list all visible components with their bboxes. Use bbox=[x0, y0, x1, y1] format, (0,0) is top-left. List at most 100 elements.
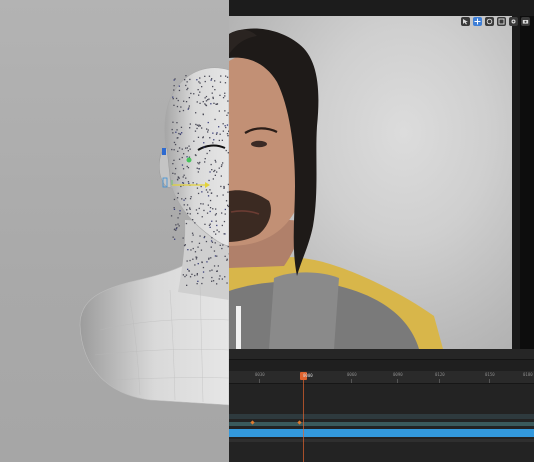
landmark-dot bbox=[220, 185, 222, 188]
timeline-ruler[interactable]: 0030 0060 0090 0120 0150 0180 bbox=[229, 371, 534, 384]
landmark-dot bbox=[177, 137, 179, 139]
landmark-dot bbox=[209, 207, 212, 209]
landmark-dot bbox=[208, 179, 210, 182]
landmark-dot bbox=[187, 87, 189, 89]
landmark-dot bbox=[176, 197, 179, 199]
landmark-dot bbox=[186, 204, 189, 206]
landmark-dot bbox=[198, 163, 200, 165]
landmark-dot bbox=[189, 276, 192, 278]
track-row-selected[interactable] bbox=[229, 429, 534, 437]
landmark-dot bbox=[194, 264, 196, 266]
move-icon[interactable] bbox=[473, 17, 482, 26]
landmark-dot bbox=[188, 270, 190, 272]
landmark-dot bbox=[189, 78, 191, 81]
landmark-dot bbox=[194, 130, 197, 132]
landmark-dot bbox=[187, 167, 190, 169]
landmark-dot bbox=[224, 208, 226, 211]
landmark-dot bbox=[197, 136, 200, 138]
camera-icon[interactable] bbox=[521, 17, 530, 26]
landmark-dot bbox=[216, 229, 218, 231]
landmark-dot bbox=[207, 99, 209, 101]
landmark-dot bbox=[188, 97, 190, 99]
select-arrow-icon[interactable] bbox=[461, 17, 470, 26]
settings-icon[interactable] bbox=[509, 17, 518, 26]
landmark-dot bbox=[224, 92, 226, 94]
landmark-dot bbox=[224, 125, 226, 127]
sequencer-timeline[interactable]: 0030 0060 0090 0120 0150 0180 0000 bbox=[229, 349, 534, 462]
render-viewport[interactable] bbox=[229, 16, 520, 349]
landmark-dot bbox=[216, 224, 218, 227]
landmark-dot bbox=[171, 128, 173, 131]
landmark-dot bbox=[186, 147, 188, 149]
landmark-dot bbox=[180, 106, 182, 108]
landmark-dot bbox=[211, 92, 213, 94]
landmark-dot bbox=[172, 98, 174, 100]
landmark-dot bbox=[196, 101, 198, 103]
landmark-dot bbox=[172, 236, 174, 238]
landmark-dot bbox=[220, 75, 222, 77]
ruler-label: 0180 bbox=[523, 372, 533, 377]
editor-top-bar bbox=[229, 0, 534, 16]
landmark-dot bbox=[213, 250, 216, 252]
ruler-tick bbox=[397, 379, 398, 383]
landmark-dot bbox=[200, 203, 202, 205]
landmark-dot bbox=[199, 235, 201, 237]
landmark-dot bbox=[212, 132, 214, 134]
scale-icon[interactable] bbox=[497, 17, 506, 26]
mesh-viewport[interactable] bbox=[0, 0, 229, 462]
landmark-dot bbox=[224, 255, 226, 257]
landmark-dot bbox=[184, 79, 186, 81]
landmark-dot bbox=[192, 219, 194, 221]
landmark-dot bbox=[224, 276, 226, 278]
landmark-dot bbox=[212, 208, 214, 210]
landmark-dot bbox=[173, 85, 175, 87]
landmark-dot bbox=[204, 80, 206, 83]
landmark-dot bbox=[172, 172, 174, 174]
landmark-dot bbox=[176, 122, 178, 124]
landmark-dot bbox=[202, 277, 204, 279]
playhead-frame-label: 0000 bbox=[303, 373, 313, 378]
landmark-dot bbox=[173, 198, 176, 201]
landmark-dot bbox=[178, 225, 180, 227]
landmark-dot bbox=[187, 212, 189, 215]
landmark-dot bbox=[226, 124, 229, 126]
landmark-dot bbox=[219, 133, 221, 135]
landmark-dot bbox=[212, 142, 214, 144]
landmark-dot bbox=[199, 125, 201, 127]
landmark-dot bbox=[197, 212, 199, 215]
track-row[interactable] bbox=[229, 422, 534, 426]
landmark-dot bbox=[207, 195, 210, 197]
landmark-dot bbox=[212, 97, 214, 100]
landmark-dot bbox=[212, 280, 215, 282]
landmark-dot bbox=[213, 102, 215, 104]
landmark-dot bbox=[172, 121, 174, 123]
rotate-icon[interactable] bbox=[485, 17, 494, 26]
ruler-tick bbox=[259, 379, 260, 383]
landmark-dot bbox=[198, 81, 200, 83]
landmark-dot bbox=[192, 234, 194, 236]
track-row[interactable] bbox=[229, 414, 534, 419]
landmark-dot bbox=[170, 215, 173, 217]
landmark-dot bbox=[196, 283, 198, 285]
track-area[interactable] bbox=[229, 384, 534, 462]
landmark-dot bbox=[207, 129, 209, 131]
editor-panel: 0030 0060 0090 0120 0150 0180 0000 bbox=[229, 0, 534, 462]
track-row[interactable] bbox=[229, 439, 534, 442]
landmark-dot bbox=[216, 270, 218, 272]
landmark-dot bbox=[219, 275, 221, 277]
landmark-dot bbox=[210, 163, 212, 166]
landmark-dot bbox=[189, 198, 192, 200]
landmark-dot bbox=[189, 208, 191, 210]
landmark-dot bbox=[202, 101, 204, 103]
landmark-dot bbox=[175, 131, 177, 133]
landmark-dot bbox=[211, 241, 214, 243]
landmark-dot bbox=[202, 113, 204, 116]
landmark-dot bbox=[201, 282, 203, 285]
landmark-dot bbox=[210, 246, 212, 248]
landmark-dot bbox=[224, 82, 227, 84]
landmark-dot bbox=[173, 149, 175, 151]
landmark-dot bbox=[198, 125, 200, 127]
landmark-dot bbox=[197, 89, 199, 91]
landmark-dot bbox=[205, 189, 208, 191]
landmark-dot bbox=[216, 195, 218, 197]
